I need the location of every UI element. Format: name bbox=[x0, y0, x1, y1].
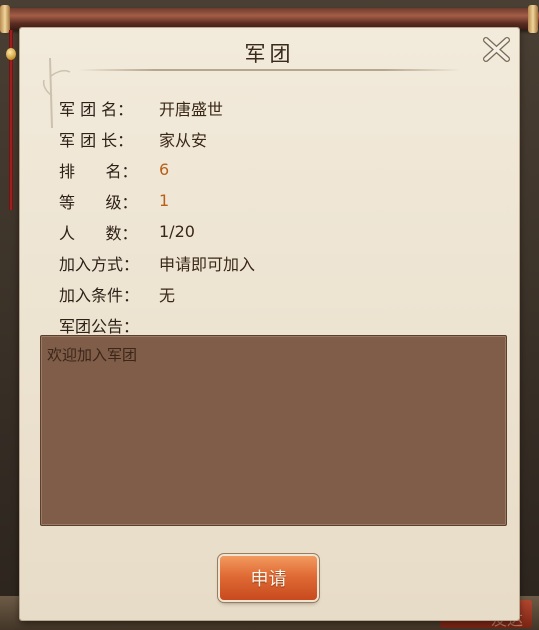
info-row-join-condition: 加入条件： 无 bbox=[59, 278, 255, 309]
roller-cap-right bbox=[528, 5, 538, 33]
apply-button-label: 申请 bbox=[250, 569, 287, 590]
info-row-members: 人 数： 1/20 bbox=[59, 216, 255, 247]
close-x-icon bbox=[483, 37, 510, 62]
legion-leader-value: 家从安 bbox=[159, 130, 208, 150]
legion-info-dialog: 军团 军 团 名： 开唐盛世 军 团 长： 家从安 排 名： 6 等 级： 1 … bbox=[20, 28, 519, 620]
notice-text: 欢迎加入军团 bbox=[47, 346, 138, 364]
join-condition-value: 无 bbox=[159, 285, 176, 305]
apply-button[interactable]: 申请 bbox=[220, 556, 317, 600]
info-row-join-method: 加入方式： 申请即可加入 bbox=[59, 247, 255, 278]
info-row-leader: 军 团 长： 家从安 bbox=[59, 123, 255, 154]
join-condition-label: 加入条件： bbox=[59, 285, 140, 305]
join-method-value: 申请即可加入 bbox=[159, 254, 256, 274]
scroll-roller bbox=[0, 8, 539, 30]
rope-bead-icon bbox=[6, 48, 16, 60]
info-row-name: 军 团 名： 开唐盛世 bbox=[59, 92, 255, 123]
close-button[interactable] bbox=[481, 34, 513, 66]
notice-box: 欢迎加入军团 bbox=[40, 335, 507, 526]
rank-label: 排 名： bbox=[59, 161, 138, 181]
title-divider bbox=[78, 69, 461, 71]
level-value: 1 bbox=[159, 191, 170, 210]
notice-label: 军团公告： bbox=[59, 316, 140, 336]
legion-leader-label: 军 团 长： bbox=[59, 130, 134, 150]
level-label: 等 级： bbox=[59, 192, 138, 212]
legion-info-list: 军 团 名： 开唐盛世 军 团 长： 家从安 排 名： 6 等 级： 1 人 数… bbox=[59, 92, 255, 340]
info-row-level: 等 级： 1 bbox=[59, 185, 255, 216]
legion-name-value: 开唐盛世 bbox=[159, 99, 224, 119]
roller-cap-left bbox=[0, 5, 10, 33]
dialog-title: 军团 bbox=[244, 42, 295, 66]
join-method-label: 加入方式： bbox=[59, 254, 140, 274]
member-count-value: 1/20 bbox=[159, 222, 195, 241]
member-count-label: 人 数： bbox=[59, 223, 138, 243]
rank-value: 6 bbox=[159, 160, 170, 179]
legion-name-label: 军 团 名： bbox=[59, 99, 134, 119]
info-row-rank: 排 名： 6 bbox=[59, 154, 255, 185]
